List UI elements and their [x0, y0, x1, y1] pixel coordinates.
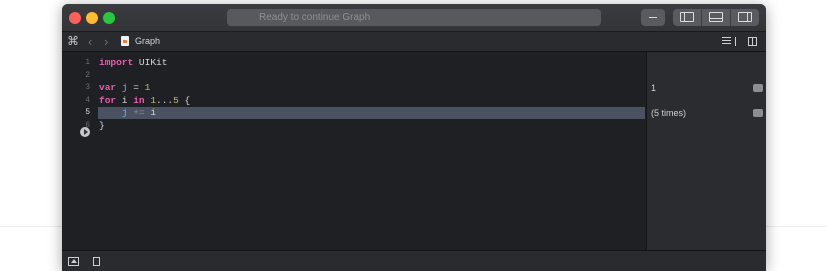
- panel-toggle-group: [673, 9, 759, 26]
- current-line-highlight: [98, 107, 645, 119]
- playground-window: Ready to continue Graph ⌘ ‹ › Graph 1 imp…: [62, 4, 766, 271]
- minimize-icon[interactable]: [86, 12, 98, 24]
- right-panel-icon: [738, 12, 752, 22]
- lines-icon[interactable]: [722, 37, 736, 46]
- code-token: =: [127, 82, 145, 93]
- code-token: var: [99, 82, 117, 93]
- quick-look-icon[interactable]: [753, 84, 763, 92]
- toggle-debug-area-button[interactable]: [701, 9, 730, 26]
- line-number: 2: [85, 70, 90, 80]
- line-number: 3: [85, 83, 90, 92]
- code-text: for i in 1...5 {: [99, 95, 190, 107]
- code-line[interactable]: 6}: [62, 120, 645, 132]
- zoom-icon[interactable]: [103, 12, 115, 24]
- code-token: {: [178, 94, 191, 106]
- minus-button[interactable]: [641, 9, 665, 26]
- code-line[interactable]: 5 j += i: [62, 107, 645, 119]
- code-token: 1: [144, 82, 151, 93]
- toggle-inspector-button[interactable]: [730, 9, 759, 26]
- back-icon[interactable]: ‹: [88, 32, 92, 51]
- playground-file-icon: [121, 36, 129, 46]
- code-token: UIKit: [133, 57, 168, 68]
- code-token: ...: [156, 94, 174, 106]
- code-text: import UIKit: [99, 57, 167, 69]
- code-token: in: [133, 94, 145, 106]
- left-panel-icon: [680, 12, 694, 22]
- code-text: var j = 1: [99, 82, 150, 94]
- split-editor-icon[interactable]: [748, 37, 757, 46]
- line-number: 1: [85, 58, 90, 67]
- forward-icon[interactable]: ›: [104, 32, 108, 51]
- close-icon[interactable]: [69, 12, 81, 24]
- code-token: import: [99, 57, 134, 68]
- code-line[interactable]: 3 var j = 1: [62, 82, 645, 94]
- code-text: }: [99, 120, 105, 132]
- code-text: j += i: [99, 107, 156, 119]
- code-token: i: [116, 94, 134, 106]
- code-line[interactable]: 2: [62, 70, 645, 82]
- code-editor[interactable]: 1 import UIKit 2 3 var j = 1 4 for i in 1...5 …: [62, 52, 645, 251]
- jump-bar: ⌘ ‹ › Graph: [62, 32, 766, 52]
- code-token: for: [99, 94, 117, 106]
- bottom-toolbar: [62, 250, 766, 271]
- line-number: 6: [85, 120, 90, 130]
- results-sidebar: 1 (5 times): [646, 52, 766, 251]
- toggle-navigator-button[interactable]: [673, 9, 701, 26]
- result-value: 1: [651, 83, 657, 93]
- code-line[interactable]: 4 for i in 1...5 {: [62, 95, 645, 107]
- result-value: (5 times): [651, 108, 687, 118]
- stop-icon[interactable]: [93, 257, 100, 266]
- debug-area-icon[interactable]: [68, 257, 79, 266]
- grid-icon[interactable]: ⌘: [67, 32, 79, 51]
- code-token: }: [99, 119, 105, 131]
- line-number: 4: [85, 95, 90, 105]
- title-bar: Ready to continue Graph: [62, 4, 766, 32]
- breadcrumb-file[interactable]: Graph: [135, 32, 160, 51]
- activity-status: Ready to continue Graph: [227, 9, 601, 26]
- code-token: i: [144, 107, 157, 118]
- bottom-panel-icon: [709, 12, 723, 22]
- code-token: +=: [133, 107, 145, 118]
- line-number: 5: [85, 108, 90, 117]
- code-line[interactable]: 1 import UIKit: [62, 57, 645, 69]
- quick-look-icon[interactable]: [753, 109, 763, 117]
